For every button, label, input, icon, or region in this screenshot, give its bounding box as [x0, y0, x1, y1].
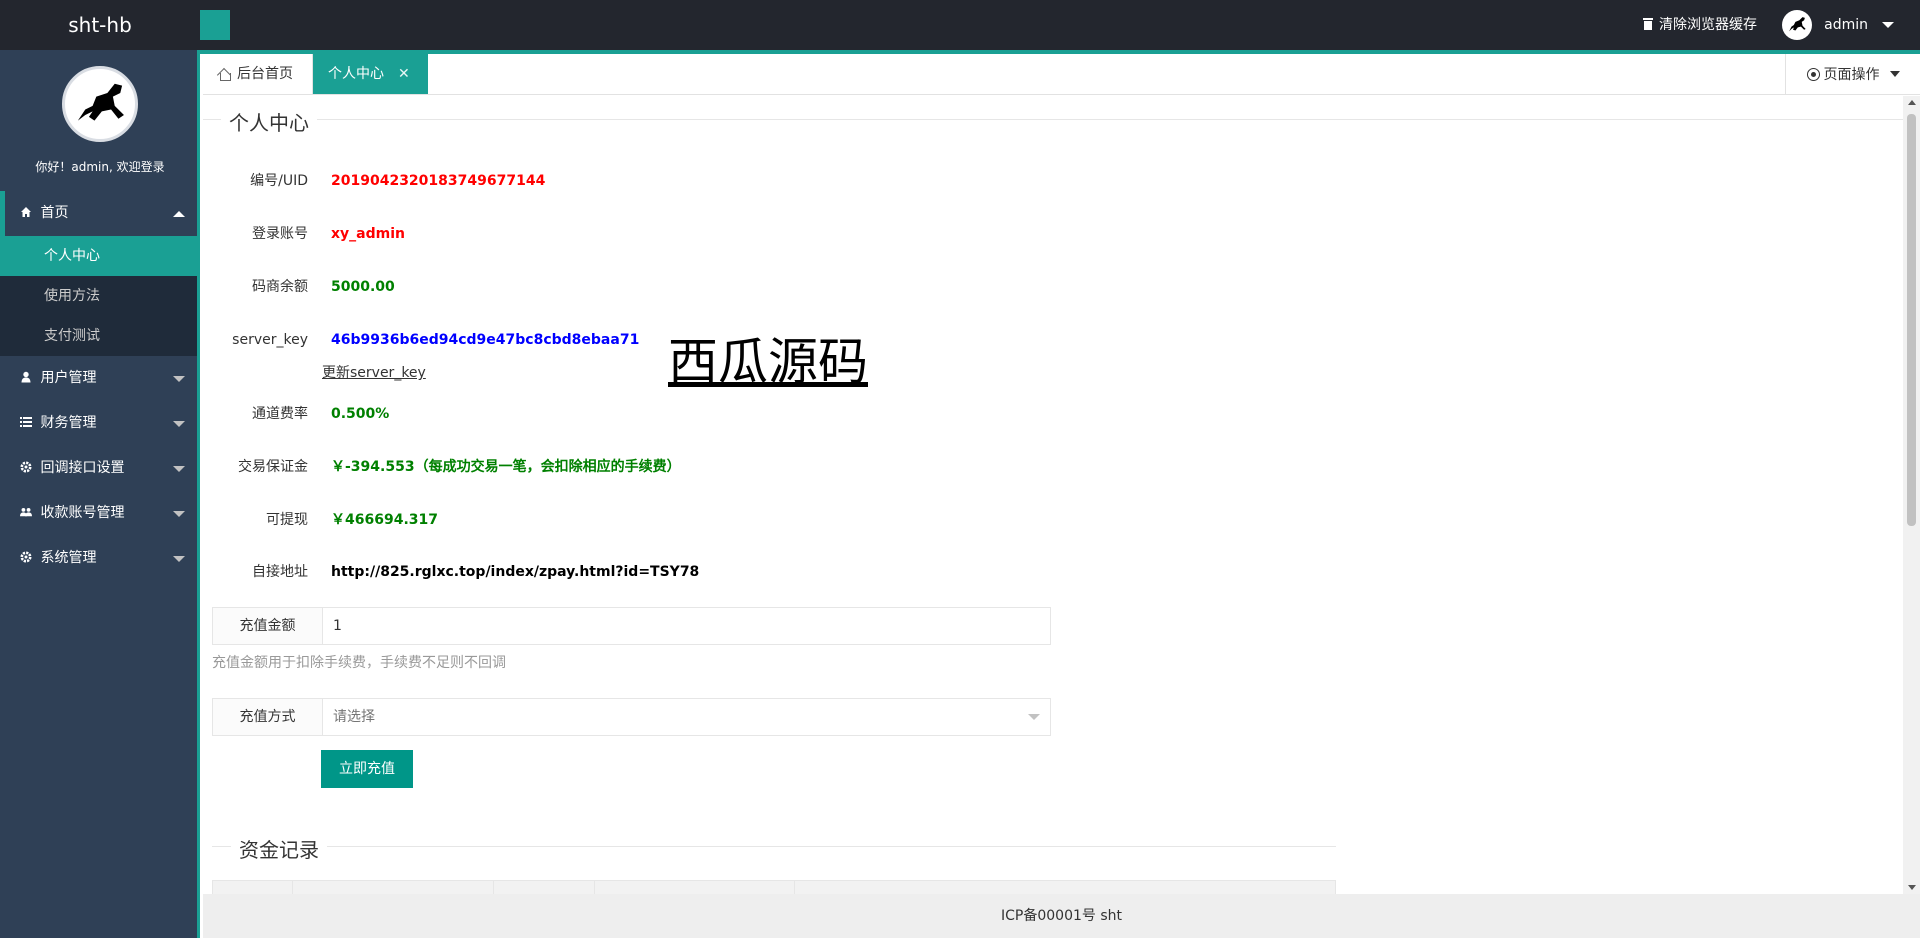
account-label: 登录账号	[252, 226, 308, 242]
tab-bar: 后台首页 个人中心 ✕ 页面操作	[203, 54, 1920, 95]
sidebar-item-label: 系统管理	[40, 550, 97, 566]
chevron-down-icon	[173, 421, 185, 427]
balance-value: 5000.00	[331, 279, 395, 295]
list-icon	[20, 417, 32, 427]
url-value: http://825.rglxc.top/index/zpay.html?id=…	[331, 564, 700, 580]
close-icon[interactable]: ✕	[398, 54, 410, 94]
balance-label: 码商余额	[252, 279, 308, 295]
chevron-down-icon	[173, 511, 185, 517]
user-menu[interactable]: admin	[1782, 10, 1894, 40]
user-icon	[21, 371, 31, 383]
chevron-down-icon	[173, 466, 185, 472]
sidebar-item-label: 首页	[40, 205, 69, 221]
app-logo[interactable]: sht-hb	[0, 0, 200, 50]
update-server-key-link[interactable]: 更新server_key	[322, 362, 426, 382]
recharge-method-row: 充值方式 请选择	[212, 698, 1051, 736]
sidebar-item-label: 回调接口设置	[40, 460, 125, 476]
main-content: 个人中心 编号/UID 2019042320183749677144 登录账号 …	[203, 96, 1903, 894]
table-header-cell	[213, 881, 293, 894]
fund-records-title: 资金记录	[231, 834, 327, 863]
rate-label: 通道费率	[252, 406, 308, 422]
scroll-down-icon[interactable]	[1908, 885, 1916, 890]
recharge-now-button[interactable]: 立即充值	[321, 750, 413, 788]
recharge-method-label: 充值方式	[213, 699, 323, 735]
sidebar-item-payment-test[interactable]: 支付测试	[0, 316, 197, 356]
tab-label: 后台首页	[237, 66, 293, 82]
section-divider	[212, 846, 1336, 847]
table-header-cell	[494, 881, 595, 894]
uid-label: 编号/UID	[250, 173, 308, 189]
chevron-down-icon	[1028, 714, 1040, 720]
home-icon	[21, 207, 31, 217]
watermark-text: 西瓜源码	[668, 333, 868, 391]
server-key-value: 46b9936b6ed94cd9e47bc8cbd8ebaa71	[331, 332, 640, 348]
chevron-up-icon	[173, 211, 185, 217]
deposit-label: 交易保证金	[238, 459, 308, 475]
sidebar-nav: 首页 个人中心 使用方法 支付测试 用户管理 财务管理 回调接口设置 收款账号管…	[0, 191, 197, 581]
sidebar-item-label: 财务管理	[40, 415, 97, 431]
gear-icon	[20, 551, 32, 563]
account-value: xy_admin	[331, 226, 405, 242]
sidebar-item-finance[interactable]: 财务管理	[0, 401, 197, 446]
username: admin	[1824, 17, 1868, 33]
home-icon	[218, 68, 231, 81]
rate-value: 0.500%	[331, 406, 390, 422]
withdrawable-value: ￥466694.317	[331, 512, 438, 528]
sidebar-item-system[interactable]: 系统管理	[0, 536, 197, 581]
vertical-scrollbar[interactable]	[1903, 96, 1920, 894]
select-placeholder: 请选择	[333, 709, 375, 725]
sidebar-item-label: 用户管理	[40, 370, 97, 386]
top-header: sht-hb 清除浏览器缓存 admin	[0, 0, 1920, 50]
gear-icon	[20, 461, 32, 473]
scroll-up-icon[interactable]	[1908, 100, 1916, 105]
tab-label: 个人中心	[328, 66, 384, 82]
chevron-down-icon	[173, 556, 185, 562]
sidebar: 你好！admin, 欢迎登录 首页 个人中心 使用方法 支付测试 用户管理 财务…	[0, 50, 200, 938]
avatar	[62, 66, 138, 142]
tab-home[interactable]: 后台首页	[203, 54, 313, 94]
recharge-amount-label: 充值金额	[213, 608, 323, 644]
section-divider	[203, 119, 1903, 120]
recharge-amount-row: 充值金额	[212, 607, 1051, 645]
uid-value: 2019042320183749677144	[331, 173, 546, 189]
withdrawable-label: 可提现	[266, 512, 308, 528]
table-header-cell	[595, 881, 795, 894]
sidebar-item-usage[interactable]: 使用方法	[0, 276, 197, 316]
sidebar-item-profile[interactable]: 个人中心	[0, 236, 197, 276]
target-icon	[1806, 67, 1820, 81]
recharge-method-select[interactable]: 请选择	[323, 699, 1050, 735]
fund-records-table-header	[212, 880, 1336, 894]
sidebar-item-home[interactable]: 首页	[0, 191, 197, 236]
scrollbar-thumb[interactable]	[1907, 114, 1916, 526]
tab-profile[interactable]: 个人中心 ✕	[313, 54, 428, 94]
sidebar-toggle-button[interactable]	[200, 10, 230, 40]
clear-cache-button[interactable]: 清除浏览器缓存	[1643, 14, 1757, 34]
clear-cache-label: 清除浏览器缓存	[1659, 17, 1757, 33]
sidebar-item-label: 收款账号管理	[40, 505, 125, 521]
users-icon	[20, 507, 32, 517]
recharge-hint: 充值金额用于扣除手续费，手续费不足则不回调	[212, 655, 506, 671]
page-operations-menu[interactable]: 页面操作	[1785, 54, 1920, 94]
avatar	[1782, 10, 1813, 40]
sidebar-item-users[interactable]: 用户管理	[0, 356, 197, 401]
sidebar-item-callback[interactable]: 回调接口设置	[0, 446, 197, 491]
chevron-down-icon	[173, 376, 185, 382]
sidebar-item-accounts[interactable]: 收款账号管理	[0, 491, 197, 536]
trash-icon	[1643, 18, 1653, 30]
chevron-down-icon	[1889, 71, 1900, 77]
recharge-amount-input[interactable]	[323, 608, 1050, 644]
url-label: 自接地址	[252, 564, 308, 580]
chevron-down-icon	[1882, 22, 1894, 28]
table-header-cell	[293, 881, 494, 894]
welcome-text: 你好！admin, 欢迎登录	[35, 160, 165, 174]
deposit-value: ￥-394.553（每成功交易一笔，会扣除相应的手续费）	[331, 459, 681, 475]
footer: ICP备00001号 sht	[203, 894, 1920, 938]
submenu: 个人中心 使用方法 支付测试	[0, 236, 197, 356]
server-key-label: server_key	[232, 332, 308, 348]
page-ops-label: 页面操作	[1823, 67, 1880, 83]
section-title: 个人中心	[221, 107, 317, 136]
